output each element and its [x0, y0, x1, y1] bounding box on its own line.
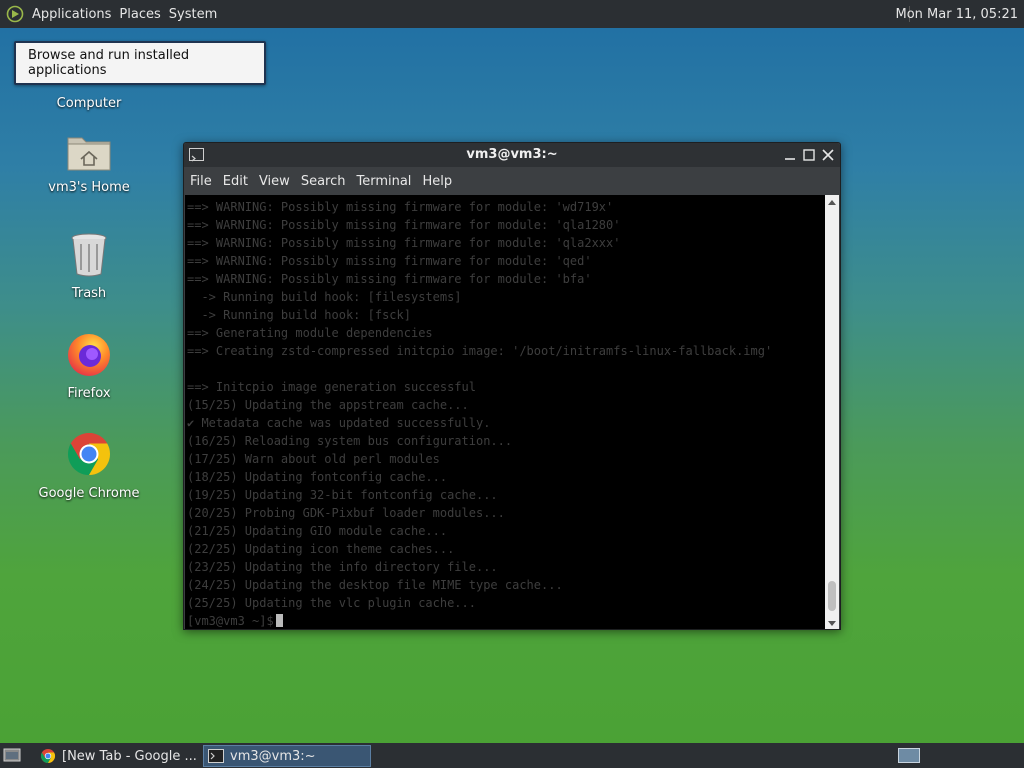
terminal-prompt-line: [vm3@vm3 ~]$ — [187, 612, 824, 629]
places-menu[interactable]: Places — [115, 0, 164, 28]
menu-terminal[interactable]: Terminal — [355, 174, 417, 189]
terminal-line: (24/25) Updating the desktop file MIME t… — [187, 578, 563, 592]
taskbar-item-chrome[interactable]: [New Tab - Google ... — [36, 745, 198, 767]
bottom-panel: [New Tab - Google ... vm3@vm3:~ — [0, 743, 1024, 768]
desktop-icon-label: Computer — [56, 96, 122, 111]
chrome-icon — [40, 748, 56, 764]
terminal-window[interactable]: vm3@vm3:~ File Edit View Search Terminal… — [183, 142, 841, 630]
top-panel: Applications Places System Mon Mar 11, 0… — [0, 0, 1024, 28]
terminal-line: (19/25) Updating 32-bit fontconfig cache… — [187, 488, 498, 502]
clock[interactable]: Mon Mar 11, 05:21 — [896, 0, 1018, 28]
desktop-icon-label: Firefox — [67, 386, 111, 401]
terminal-line: (20/25) Probing GDK-Pixbuf loader module… — [187, 506, 505, 520]
desktop-icon-trash[interactable]: Trash — [34, 232, 144, 301]
maximize-icon[interactable] — [801, 145, 817, 165]
terminal-line: -> Running build hook: [filesystems] — [187, 290, 462, 304]
terminal-line: ✔ Metadata cache was updated successfull… — [187, 416, 491, 430]
terminal-scrollbar[interactable] — [825, 195, 839, 629]
window-controls — [782, 145, 836, 165]
scroll-up-arrow-icon[interactable] — [825, 195, 839, 209]
desktop-icon-chrome[interactable]: Google Chrome — [34, 430, 144, 501]
terminal-icon — [208, 749, 224, 763]
terminal-line: ==> WARNING: Possibly missing firmware f… — [187, 272, 592, 286]
menu-file[interactable]: File — [189, 174, 218, 189]
workspace-switcher[interactable] — [898, 748, 920, 763]
window-title: vm3@vm3:~ — [466, 147, 558, 162]
top-menu: Applications Places System — [0, 0, 221, 28]
desktop-icon-home[interactable]: vm3's Home — [34, 132, 144, 195]
system-menu[interactable]: System — [165, 0, 221, 28]
menu-help[interactable]: Help — [421, 174, 458, 189]
desktop-icon-computer[interactable]: Computer — [34, 92, 144, 111]
terminal-line: (21/25) Updating GIO module cache... — [187, 524, 448, 538]
applications-tooltip: Browse and run installed applications — [14, 41, 266, 85]
desktop-icon-label: Trash — [71, 286, 107, 301]
terminal-line: ==> WARNING: Possibly missing firmware f… — [187, 218, 621, 232]
desktop-icon-label: Google Chrome — [38, 486, 140, 501]
terminal-line: ==> Generating module dependencies — [187, 326, 433, 340]
terminal-menubar: File Edit View Search Terminal Help — [184, 167, 840, 195]
firefox-icon — [65, 330, 113, 382]
taskbar-item-label: vm3@vm3:~ — [230, 748, 316, 764]
chrome-icon — [65, 430, 113, 482]
desktop-icon-firefox[interactable]: Firefox — [34, 330, 144, 401]
scroll-down-arrow-icon[interactable] — [825, 615, 839, 629]
terminal-line: (18/25) Updating fontconfig cache... — [187, 470, 448, 484]
terminal-line: ==> Creating zstd-compressed initcpio im… — [187, 344, 773, 358]
terminal-line: -> Running build hook: [fsck] — [187, 308, 411, 322]
taskbar-item-terminal[interactable]: vm3@vm3:~ — [203, 745, 371, 767]
menu-view[interactable]: View — [258, 174, 296, 189]
terminal-prompt: [vm3@vm3 ~]$ — [187, 614, 274, 628]
terminal-line: ==> WARNING: Possibly missing firmware f… — [187, 254, 592, 268]
terminal-line: ==> WARNING: Possibly missing firmware f… — [187, 236, 621, 250]
terminal-cursor — [275, 614, 283, 627]
applications-menu[interactable]: Applications — [28, 0, 115, 28]
show-desktop-icon[interactable] — [3, 747, 21, 763]
terminal-line: (25/25) Updating the vlc plugin cache... — [187, 596, 476, 610]
terminal-line: (23/25) Updating the info directory file… — [187, 560, 498, 574]
tooltip-text: Browse and run installed applications — [28, 48, 190, 78]
taskbar-item-label: [New Tab - Google ... — [62, 748, 197, 764]
scrollbar-thumb[interactable] — [828, 581, 836, 611]
minimize-icon[interactable] — [782, 145, 798, 165]
terminal-line: ==> WARNING: Possibly missing firmware f… — [187, 200, 614, 214]
menu-edit[interactable]: Edit — [222, 174, 254, 189]
window-titlebar[interactable]: vm3@vm3:~ — [184, 143, 840, 167]
terminal-line: ==> Initcpio image generation successful — [187, 380, 476, 394]
terminal-line: (22/25) Updating icon theme caches... — [187, 542, 455, 556]
home-folder-icon — [66, 132, 112, 176]
terminal-line: (16/25) Reloading system bus configurati… — [187, 434, 513, 448]
applications-logo-icon[interactable] — [4, 3, 26, 25]
terminal-output[interactable]: ==> WARNING: Possibly missing firmware f… — [185, 195, 826, 629]
menu-search[interactable]: Search — [300, 174, 352, 189]
terminal-line: (15/25) Updating the appstream cache... — [187, 398, 469, 412]
desktop-icon-label: vm3's Home — [48, 180, 130, 195]
close-icon[interactable] — [820, 145, 836, 165]
trash-icon — [69, 232, 109, 282]
terminal-line: (17/25) Warn about old perl modules — [187, 452, 440, 466]
